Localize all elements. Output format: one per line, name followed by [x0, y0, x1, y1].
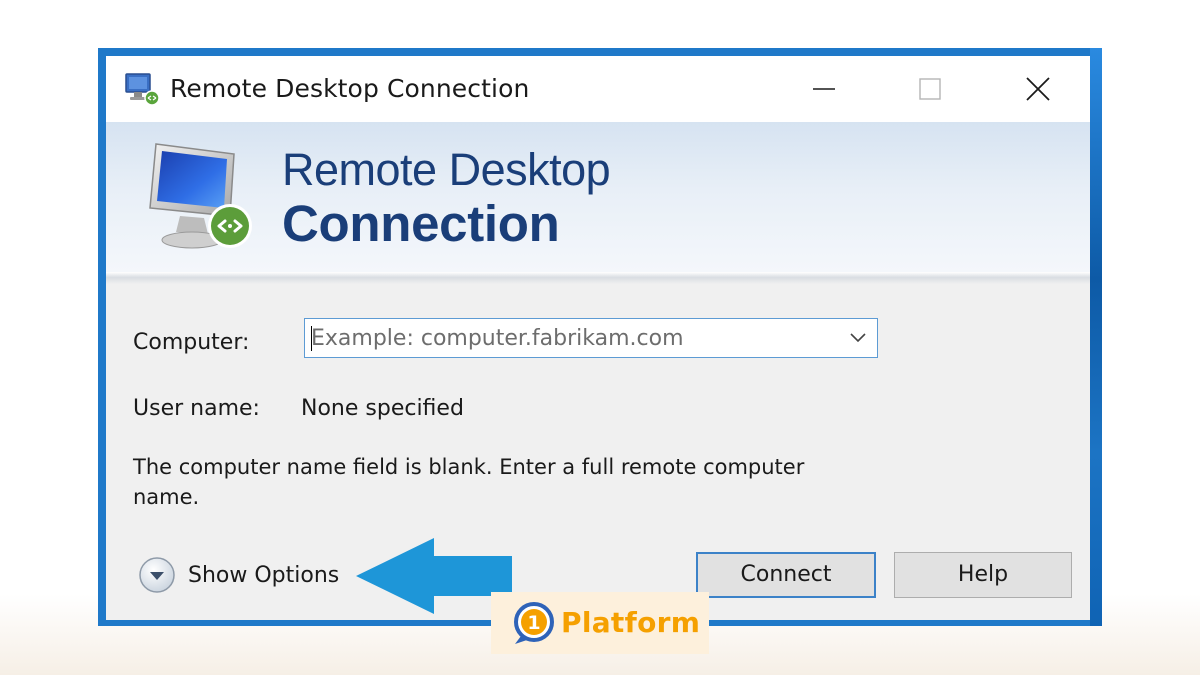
platform-logo-text: Platform [561, 606, 701, 639]
maximize-icon [919, 78, 941, 100]
frame-glow [1090, 48, 1102, 626]
remote-desktop-monitor-icon [149, 143, 252, 249]
minimize-icon [813, 88, 835, 90]
computer-label: Computer: [133, 330, 250, 355]
header-banner: Remote Desktop Connection [106, 122, 1090, 272]
connect-button[interactable]: Connect [696, 552, 876, 598]
computer-combobox[interactable] [304, 318, 878, 358]
close-button[interactable] [1010, 64, 1066, 114]
expand-circle-icon[interactable] [138, 556, 176, 594]
minimize-button[interactable] [796, 64, 852, 114]
user-name-value: None specified [301, 396, 464, 421]
window-title: Remote Desktop Connection [170, 74, 530, 103]
banner-divider [106, 272, 1090, 284]
show-options-link[interactable]: Show Options [188, 563, 339, 588]
banner-title-line2: Connection [282, 195, 560, 252]
banner-title-line1: Remote Desktop [282, 144, 611, 195]
remote-desktop-icon [125, 73, 160, 106]
computer-input[interactable] [311, 323, 831, 353]
text-cursor [311, 326, 312, 351]
platform-logo-icon: 1 [514, 602, 554, 644]
status-message: The computer name field is blank. Enter … [133, 455, 805, 509]
maximize-button[interactable] [902, 64, 958, 114]
chevron-down-icon[interactable] [849, 331, 867, 345]
platform-logo: 1 Platform [491, 592, 709, 654]
help-button[interactable]: Help [894, 552, 1072, 598]
close-icon [1026, 77, 1050, 101]
logo-badge-number: 1 [527, 612, 540, 634]
rdc-window: Remote Desktop Connection Remote Desktop… [106, 56, 1090, 620]
user-name-label: User name: [133, 396, 260, 421]
title-bar[interactable]: Remote Desktop Connection [106, 56, 1090, 122]
